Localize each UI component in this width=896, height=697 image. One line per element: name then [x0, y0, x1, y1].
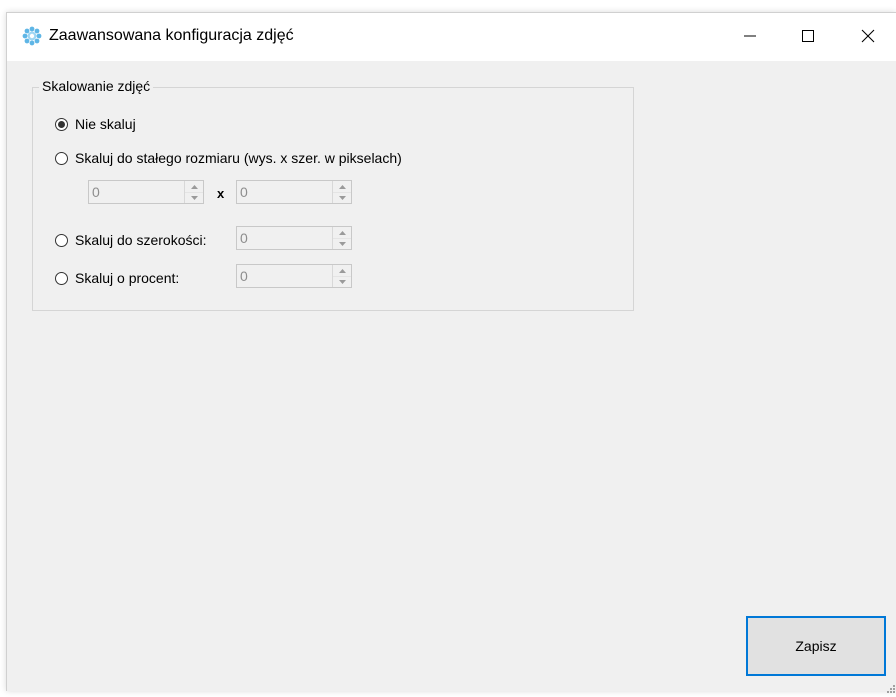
radio-scale-percent[interactable]: Skaluj o procent: — [55, 270, 179, 286]
spin-arrows[interactable] — [332, 181, 351, 203]
resize-grip-icon[interactable] — [886, 681, 896, 693]
size-separator: x — [217, 186, 225, 201]
title-bar[interactable]: Zaawansowana konfiguracja zdjęć — [7, 13, 896, 61]
caret-up-icon — [190, 184, 198, 189]
close-button[interactable] — [839, 13, 896, 59]
caret-down-icon — [338, 279, 346, 284]
percent-input[interactable]: 0 — [236, 264, 352, 288]
radio-fixed-size[interactable]: Skaluj do stałego rozmiaru (wys. x szer.… — [55, 150, 402, 166]
radio-button[interactable] — [55, 151, 68, 165]
dialog-window: Zaawansowana konfiguracja zdjęć Skalowan… — [6, 12, 896, 693]
radio-no-scaling[interactable]: Nie skaluj — [55, 116, 136, 132]
radio-label: Skaluj do szerokości: — [75, 232, 207, 248]
gear-flower-icon — [22, 26, 42, 46]
caret-down-icon — [338, 241, 346, 246]
minimize-icon — [744, 35, 756, 37]
radio-button[interactable] — [55, 233, 68, 247]
radio-button-checked[interactable] — [55, 117, 68, 131]
caret-up-icon — [338, 184, 346, 189]
window-title: Zaawansowana konfiguracja zdjęć — [49, 27, 294, 44]
caret-down-icon — [338, 195, 346, 200]
spin-down-button[interactable] — [185, 192, 203, 203]
spin-value: 0 — [240, 184, 248, 200]
radio-button[interactable] — [55, 271, 68, 285]
spin-down-button[interactable] — [333, 238, 351, 249]
spin-arrows[interactable] — [332, 265, 351, 287]
spin-down-button[interactable] — [333, 192, 351, 203]
maximize-button[interactable] — [779, 13, 837, 59]
save-button[interactable]: Zapisz — [746, 616, 886, 676]
fixed-height-input[interactable]: 0 — [88, 180, 204, 204]
spin-value: 0 — [92, 184, 100, 200]
spin-arrows[interactable] — [184, 181, 203, 203]
spin-value: 0 — [240, 268, 248, 284]
scaling-group-label: Skalowanie zdjęć — [39, 78, 154, 94]
radio-label: Skaluj o procent: — [75, 270, 180, 286]
caret-up-icon — [338, 268, 346, 273]
minimize-button[interactable] — [721, 13, 779, 59]
spin-arrows[interactable] — [332, 227, 351, 249]
close-icon — [861, 29, 875, 43]
caret-up-icon — [338, 230, 346, 235]
radio-scale-to-width[interactable]: Skaluj do szerokości: — [55, 232, 207, 248]
maximize-icon — [802, 30, 814, 42]
width-input[interactable]: 0 — [236, 226, 352, 250]
fixed-width-input[interactable]: 0 — [236, 180, 352, 204]
scaling-groupbox: Skalowanie zdjęć Nie skaluj Skaluj do st… — [32, 78, 634, 311]
spin-value: 0 — [240, 230, 248, 246]
radio-label: Skaluj do stałego rozmiaru (wys. x szer.… — [75, 150, 402, 166]
spin-down-button[interactable] — [333, 276, 351, 287]
radio-label: Nie skaluj — [75, 116, 136, 132]
caret-down-icon — [190, 195, 198, 200]
